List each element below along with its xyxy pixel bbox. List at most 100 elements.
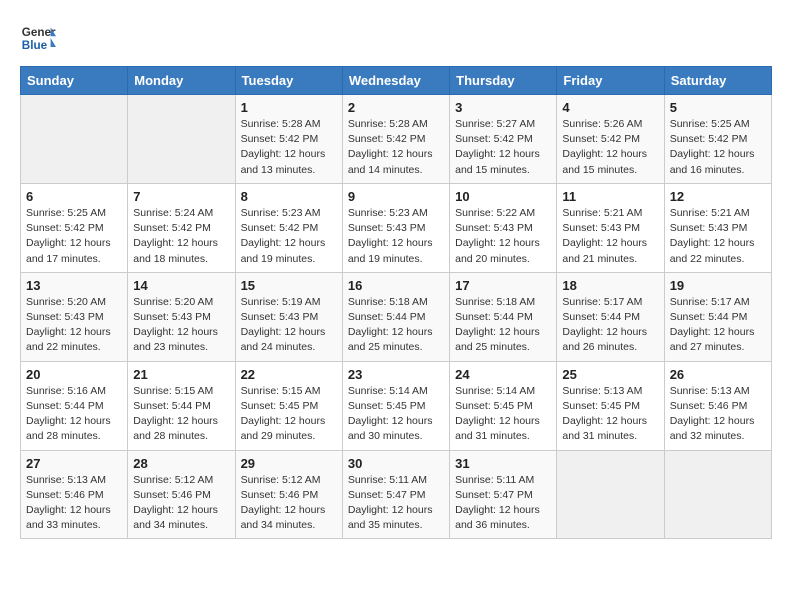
- page-header: General Blue: [20, 20, 772, 56]
- day-number: 2: [348, 100, 444, 115]
- day-info: Sunrise: 5:13 AMSunset: 5:46 PMDaylight:…: [670, 384, 766, 445]
- calendar-cell: 7 Sunrise: 5:24 AMSunset: 5:42 PMDayligh…: [128, 183, 235, 272]
- calendar-cell: 29 Sunrise: 5:12 AMSunset: 5:46 PMDaylig…: [235, 450, 342, 539]
- day-number: 31: [455, 456, 551, 471]
- day-info: Sunrise: 5:26 AMSunset: 5:42 PMDaylight:…: [562, 117, 658, 178]
- day-number: 30: [348, 456, 444, 471]
- day-info: Sunrise: 5:23 AMSunset: 5:43 PMDaylight:…: [348, 206, 444, 267]
- day-info: Sunrise: 5:15 AMSunset: 5:45 PMDaylight:…: [241, 384, 337, 445]
- calendar-cell: 17 Sunrise: 5:18 AMSunset: 5:44 PMDaylig…: [450, 272, 557, 361]
- day-number: 8: [241, 189, 337, 204]
- calendar-cell: [664, 450, 771, 539]
- day-number: 9: [348, 189, 444, 204]
- col-header-friday: Friday: [557, 67, 664, 95]
- day-info: Sunrise: 5:17 AMSunset: 5:44 PMDaylight:…: [670, 295, 766, 356]
- calendar-cell: 16 Sunrise: 5:18 AMSunset: 5:44 PMDaylig…: [342, 272, 449, 361]
- day-number: 18: [562, 278, 658, 293]
- calendar-cell: 21 Sunrise: 5:15 AMSunset: 5:44 PMDaylig…: [128, 361, 235, 450]
- day-info: Sunrise: 5:25 AMSunset: 5:42 PMDaylight:…: [670, 117, 766, 178]
- calendar-cell: [21, 95, 128, 184]
- day-number: 4: [562, 100, 658, 115]
- day-number: 7: [133, 189, 229, 204]
- day-number: 6: [26, 189, 122, 204]
- calendar-cell: 19 Sunrise: 5:17 AMSunset: 5:44 PMDaylig…: [664, 272, 771, 361]
- calendar-cell: 11 Sunrise: 5:21 AMSunset: 5:43 PMDaylig…: [557, 183, 664, 272]
- day-number: 13: [26, 278, 122, 293]
- day-info: Sunrise: 5:28 AMSunset: 5:42 PMDaylight:…: [348, 117, 444, 178]
- day-info: Sunrise: 5:22 AMSunset: 5:43 PMDaylight:…: [455, 206, 551, 267]
- day-info: Sunrise: 5:20 AMSunset: 5:43 PMDaylight:…: [133, 295, 229, 356]
- calendar-cell: 1 Sunrise: 5:28 AMSunset: 5:42 PMDayligh…: [235, 95, 342, 184]
- day-number: 14: [133, 278, 229, 293]
- day-info: Sunrise: 5:23 AMSunset: 5:42 PMDaylight:…: [241, 206, 337, 267]
- day-info: Sunrise: 5:25 AMSunset: 5:42 PMDaylight:…: [26, 206, 122, 267]
- day-number: 28: [133, 456, 229, 471]
- calendar-cell: 15 Sunrise: 5:19 AMSunset: 5:43 PMDaylig…: [235, 272, 342, 361]
- calendar-cell: 4 Sunrise: 5:26 AMSunset: 5:42 PMDayligh…: [557, 95, 664, 184]
- col-header-saturday: Saturday: [664, 67, 771, 95]
- calendar-cell: 26 Sunrise: 5:13 AMSunset: 5:46 PMDaylig…: [664, 361, 771, 450]
- day-number: 17: [455, 278, 551, 293]
- calendar-cell: 18 Sunrise: 5:17 AMSunset: 5:44 PMDaylig…: [557, 272, 664, 361]
- calendar-cell: 30 Sunrise: 5:11 AMSunset: 5:47 PMDaylig…: [342, 450, 449, 539]
- day-number: 11: [562, 189, 658, 204]
- day-info: Sunrise: 5:19 AMSunset: 5:43 PMDaylight:…: [241, 295, 337, 356]
- calendar-cell: [128, 95, 235, 184]
- calendar-cell: 6 Sunrise: 5:25 AMSunset: 5:42 PMDayligh…: [21, 183, 128, 272]
- calendar-cell: 2 Sunrise: 5:28 AMSunset: 5:42 PMDayligh…: [342, 95, 449, 184]
- calendar-cell: [557, 450, 664, 539]
- day-info: Sunrise: 5:28 AMSunset: 5:42 PMDaylight:…: [241, 117, 337, 178]
- day-info: Sunrise: 5:18 AMSunset: 5:44 PMDaylight:…: [348, 295, 444, 356]
- calendar-cell: 20 Sunrise: 5:16 AMSunset: 5:44 PMDaylig…: [21, 361, 128, 450]
- day-number: 27: [26, 456, 122, 471]
- day-number: 22: [241, 367, 337, 382]
- day-number: 19: [670, 278, 766, 293]
- day-info: Sunrise: 5:13 AMSunset: 5:46 PMDaylight:…: [26, 473, 122, 534]
- day-number: 3: [455, 100, 551, 115]
- day-number: 24: [455, 367, 551, 382]
- day-number: 25: [562, 367, 658, 382]
- day-number: 5: [670, 100, 766, 115]
- day-number: 29: [241, 456, 337, 471]
- day-info: Sunrise: 5:16 AMSunset: 5:44 PMDaylight:…: [26, 384, 122, 445]
- day-number: 12: [670, 189, 766, 204]
- day-info: Sunrise: 5:21 AMSunset: 5:43 PMDaylight:…: [562, 206, 658, 267]
- calendar-cell: 23 Sunrise: 5:14 AMSunset: 5:45 PMDaylig…: [342, 361, 449, 450]
- day-number: 16: [348, 278, 444, 293]
- day-number: 21: [133, 367, 229, 382]
- calendar-cell: 8 Sunrise: 5:23 AMSunset: 5:42 PMDayligh…: [235, 183, 342, 272]
- col-header-sunday: Sunday: [21, 67, 128, 95]
- calendar-cell: 9 Sunrise: 5:23 AMSunset: 5:43 PMDayligh…: [342, 183, 449, 272]
- calendar-cell: 24 Sunrise: 5:14 AMSunset: 5:45 PMDaylig…: [450, 361, 557, 450]
- day-number: 26: [670, 367, 766, 382]
- day-info: Sunrise: 5:11 AMSunset: 5:47 PMDaylight:…: [348, 473, 444, 534]
- day-info: Sunrise: 5:14 AMSunset: 5:45 PMDaylight:…: [348, 384, 444, 445]
- logo: General Blue: [20, 20, 56, 56]
- day-number: 10: [455, 189, 551, 204]
- calendar-cell: 10 Sunrise: 5:22 AMSunset: 5:43 PMDaylig…: [450, 183, 557, 272]
- day-number: 23: [348, 367, 444, 382]
- svg-text:Blue: Blue: [22, 39, 48, 52]
- day-info: Sunrise: 5:12 AMSunset: 5:46 PMDaylight:…: [133, 473, 229, 534]
- col-header-wednesday: Wednesday: [342, 67, 449, 95]
- day-info: Sunrise: 5:24 AMSunset: 5:42 PMDaylight:…: [133, 206, 229, 267]
- day-info: Sunrise: 5:14 AMSunset: 5:45 PMDaylight:…: [455, 384, 551, 445]
- day-number: 1: [241, 100, 337, 115]
- calendar-cell: 13 Sunrise: 5:20 AMSunset: 5:43 PMDaylig…: [21, 272, 128, 361]
- day-info: Sunrise: 5:12 AMSunset: 5:46 PMDaylight:…: [241, 473, 337, 534]
- calendar-cell: 3 Sunrise: 5:27 AMSunset: 5:42 PMDayligh…: [450, 95, 557, 184]
- calendar-cell: 28 Sunrise: 5:12 AMSunset: 5:46 PMDaylig…: [128, 450, 235, 539]
- day-info: Sunrise: 5:21 AMSunset: 5:43 PMDaylight:…: [670, 206, 766, 267]
- calendar-cell: 25 Sunrise: 5:13 AMSunset: 5:45 PMDaylig…: [557, 361, 664, 450]
- col-header-tuesday: Tuesday: [235, 67, 342, 95]
- calendar-cell: 27 Sunrise: 5:13 AMSunset: 5:46 PMDaylig…: [21, 450, 128, 539]
- calendar-cell: 14 Sunrise: 5:20 AMSunset: 5:43 PMDaylig…: [128, 272, 235, 361]
- logo-icon: General Blue: [20, 20, 56, 56]
- day-info: Sunrise: 5:13 AMSunset: 5:45 PMDaylight:…: [562, 384, 658, 445]
- day-number: 15: [241, 278, 337, 293]
- day-info: Sunrise: 5:18 AMSunset: 5:44 PMDaylight:…: [455, 295, 551, 356]
- day-info: Sunrise: 5:27 AMSunset: 5:42 PMDaylight:…: [455, 117, 551, 178]
- calendar-cell: 5 Sunrise: 5:25 AMSunset: 5:42 PMDayligh…: [664, 95, 771, 184]
- col-header-monday: Monday: [128, 67, 235, 95]
- day-info: Sunrise: 5:17 AMSunset: 5:44 PMDaylight:…: [562, 295, 658, 356]
